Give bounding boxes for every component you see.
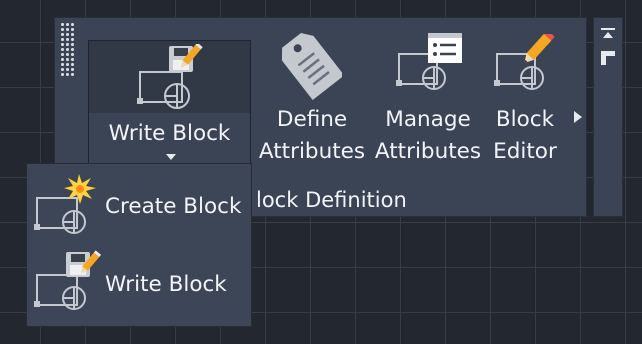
- panel-options-icon[interactable]: [600, 50, 616, 66]
- menu-item-write-block[interactable]: Write Block: [27, 247, 251, 310]
- create-block-icon: [34, 174, 96, 234]
- define-attributes-line2[interactable]: Attributes: [252, 136, 372, 168]
- block-editor-line1[interactable]: Block: [486, 104, 564, 136]
- block-editor-line2[interactable]: Editor: [486, 136, 564, 168]
- define-attributes-tag-icon: [281, 32, 342, 100]
- manage-attributes-icon: [396, 33, 462, 90]
- minimize-panel-icon[interactable]: [600, 27, 616, 41]
- ribbon-side-panel: [593, 17, 623, 217]
- menu-item-create-block[interactable]: Create Block: [27, 172, 251, 234]
- write-block-label: Write Block: [108, 121, 231, 146]
- define-attributes-line1[interactable]: Define: [252, 104, 372, 136]
- create-block-label: Create Block: [105, 194, 242, 219]
- chevron-down-icon[interactable]: [166, 154, 176, 160]
- panel-title[interactable]: lock Definition: [256, 186, 407, 214]
- manage-attributes-line1[interactable]: Manage: [372, 104, 484, 136]
- write-block-menu-label: Write Block: [105, 272, 227, 297]
- panel-grip-handle[interactable]: [60, 22, 74, 78]
- block-editor-icon: [494, 34, 555, 90]
- write-block-small-icon: [34, 250, 101, 310]
- manage-attributes-line2[interactable]: Attributes: [372, 136, 484, 168]
- chevron-right-icon[interactable]: [574, 111, 582, 123]
- write-block-icon: [137, 44, 203, 109]
